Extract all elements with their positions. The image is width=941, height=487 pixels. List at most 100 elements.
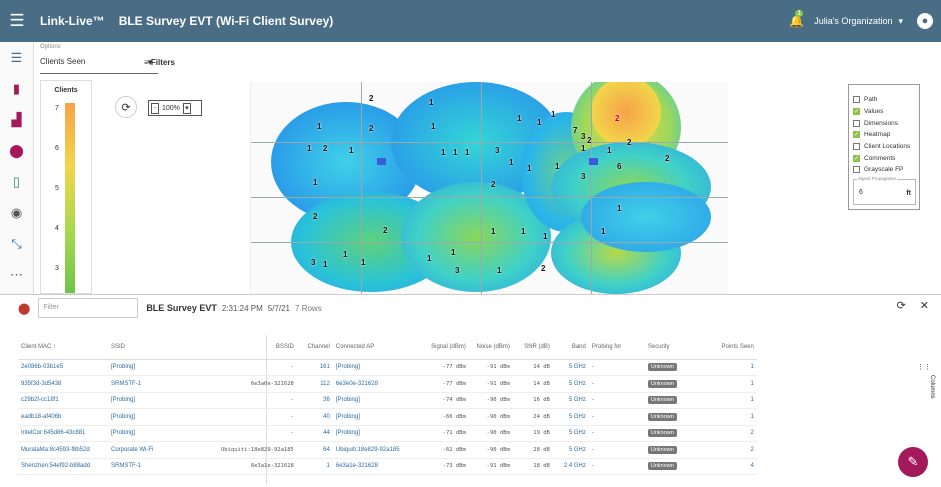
checkbox[interactable] (853, 143, 860, 151)
security-badge: Unknown (647, 379, 677, 388)
table-row[interactable]: eadb18-af406b [Probing] -40 [Probing] -66 dB… (18, 408, 757, 426)
table-cell: 14 dB (512, 359, 553, 376)
table-cell: 5 GHz (552, 408, 589, 426)
checkbox[interactable] (853, 166, 860, 174)
table-cell[interactable]: Shenzhen:54ef92-b88add (18, 458, 108, 475)
heatmap-legend: Clients 7 6 5 4 3 (40, 80, 92, 294)
filter-input[interactable]: Filter (38, 298, 139, 318)
filters-button[interactable]: ≡ Filters (144, 58, 175, 67)
checkbox-checked[interactable]: ✓ (853, 154, 860, 162)
columns-label[interactable]: Columns (929, 375, 935, 399)
table-cell: 5 GHz (552, 375, 589, 393)
col-client-mac[interactable]: Client MAC ↑ (18, 335, 108, 360)
expand-icon[interactable]: ⤡ (0, 228, 33, 259)
table-cell[interactable]: [Probing] (332, 408, 425, 426)
table-cell: 1 (714, 408, 757, 426)
table-cell[interactable]: SRMSTF-1 (108, 375, 218, 393)
table-cell[interactable]: 2e086b-03b1e5 (18, 359, 108, 376)
table-row[interactable]: 2e086b-03b1e5 [Probing] -161 [Probing] -77 d… (18, 359, 757, 376)
analytics-icon[interactable]: ▟ (0, 104, 33, 135)
option-path[interactable]: Path (853, 94, 919, 106)
table-cell: - (218, 408, 297, 426)
table-row[interactable]: 935f3d-3d5438 SRMSTF-1 6e3a0e-321628 112 6e3… (18, 375, 757, 393)
tools-fab[interactable]: ✎ (898, 447, 928, 477)
col-probing[interactable]: Probing for (588, 335, 645, 360)
table-row[interactable]: MurataMa:8c4593-f8b52d Corporate Wi-Fi Ubi… (18, 441, 757, 459)
table-cell[interactable]: IntelCor:645d86-43c881 (18, 425, 108, 442)
survey-title: BLE Survey EVT (146, 303, 217, 313)
col-connected-ap[interactable]: Connected AP (332, 335, 425, 360)
col-channel[interactable]: Channel (296, 335, 333, 360)
option-grayscale[interactable]: Grayscale FP (853, 164, 919, 176)
checkbox[interactable] (853, 119, 860, 127)
options-select[interactable]: Options Clients Seen ▼ (40, 44, 158, 74)
col-points[interactable]: Points Seen (714, 335, 757, 360)
col-band[interactable]: Band (552, 335, 589, 360)
table-cell: -77 dBm (424, 375, 469, 393)
zoom-out-button[interactable]: - (151, 102, 159, 114)
col-snr[interactable]: SNR (dB) (512, 335, 553, 360)
table-cell: 2 (714, 441, 757, 459)
menu-icon[interactable]: ☰ (0, 11, 34, 31)
table-cell[interactable]: 935f3d-3d5438 (18, 375, 108, 393)
list-icon[interactable]: ☰ (0, 42, 33, 73)
option-values[interactable]: ✓ Values (853, 106, 919, 118)
table-cell[interactable]: 6e3e0e-321628 (332, 375, 425, 393)
col-security[interactable]: Security (644, 335, 715, 360)
table-cell[interactable]: Corporate Wi-Fi (108, 441, 218, 459)
table-cell[interactable]: [Probing] (332, 425, 425, 442)
col-signal[interactable]: Signal (dBm) (424, 335, 469, 360)
checkbox-checked[interactable]: ✓ (853, 131, 860, 139)
ap-count: 1 (527, 164, 532, 173)
floor-plan-map[interactable]: 2 1 1 2 1 1 2 1 1 1 1 3 1 1 1 1 2 1 1 1 … (250, 82, 728, 294)
chevron-down-icon[interactable]: ▾ (898, 16, 903, 27)
table-cell[interactable]: MurataMa:8c4593-f8b52d (18, 441, 108, 459)
zoom-value: 100% (162, 104, 180, 112)
table-cell: - (588, 359, 645, 376)
table-cell[interactable]: [Probing] (332, 359, 425, 376)
table-cell[interactable]: [Probing] (108, 392, 218, 409)
checkbox-checked[interactable]: ✓ (853, 108, 860, 116)
eye-icon[interactable]: ◉ (0, 197, 33, 228)
columns-icon[interactable]: ⋮⋮ (917, 363, 931, 371)
more-icon[interactable]: ⋯ (0, 259, 33, 290)
table-cell[interactable]: 6e3a1e-321628 (332, 458, 425, 475)
signal-propagation-field[interactable]: Signal Propagation 6 ft (853, 175, 916, 205)
option-heatmap[interactable]: ✓ Heatmap (853, 129, 919, 141)
table-cell[interactable]: [Probing] (332, 392, 425, 409)
notifications-icon[interactable]: 🔔 1 (789, 10, 804, 28)
checkbox[interactable] (853, 96, 860, 104)
table-cell[interactable]: SRMSTF-1 (108, 458, 218, 475)
account-icon[interactable]: ● (917, 13, 933, 29)
security-badge: Unknown (647, 445, 677, 454)
zoom-dropdown[interactable]: ▾ (182, 102, 191, 114)
zoom-control[interactable]: -100% ▾ (148, 100, 202, 116)
table-row[interactable]: IntelCor:645d86-43c881 [Probing] -44 [Probi… (18, 425, 757, 442)
table-cell[interactable]: eadb18-af406b (18, 408, 108, 426)
col-bssid[interactable]: BSSID (218, 335, 297, 360)
refresh-icon[interactable]: ⟳ (897, 299, 906, 312)
col-ssid[interactable]: SSID (108, 335, 218, 360)
location-icon[interactable]: ⬤ (0, 135, 33, 166)
table-cell[interactable]: [Probing] (108, 359, 218, 376)
close-icon[interactable]: ✕ (920, 299, 929, 312)
table-cell[interactable]: Ubiquiti:18e829-92a185 (332, 441, 425, 459)
rotate-icon[interactable]: ⟳ (115, 96, 137, 118)
table-row[interactable]: Shenzhen:54ef92-b88add SRMSTF-1 6e3a1e-321… (18, 458, 757, 475)
device-icon[interactable]: ▯ (0, 166, 33, 197)
option-comments[interactable]: ✓ Comments (853, 152, 919, 164)
org-selector[interactable]: Julia's Organization (814, 16, 892, 26)
option-client-locations[interactable]: Client Locations (853, 141, 919, 153)
ap-count: 2 (369, 124, 374, 133)
ap-count: 2 (313, 212, 318, 221)
col-noise[interactable]: Noise (dBm) (468, 335, 513, 360)
ap-count: 2 (383, 226, 388, 235)
table-cell[interactable]: [Probing] (108, 408, 218, 426)
table-cell: - (218, 359, 297, 376)
table-cell[interactable]: c29b2f-cc18f1 (18, 392, 108, 409)
table-cell[interactable]: [Probing] (108, 425, 218, 442)
document-icon[interactable]: ▮ (0, 73, 33, 104)
table-cell: 24 dB (512, 408, 553, 426)
option-dimensions[interactable]: Dimensions (853, 117, 919, 129)
table-row[interactable]: c29b2f-cc18f1 [Probing] -36 [Probing] -74 dB… (18, 392, 757, 409)
